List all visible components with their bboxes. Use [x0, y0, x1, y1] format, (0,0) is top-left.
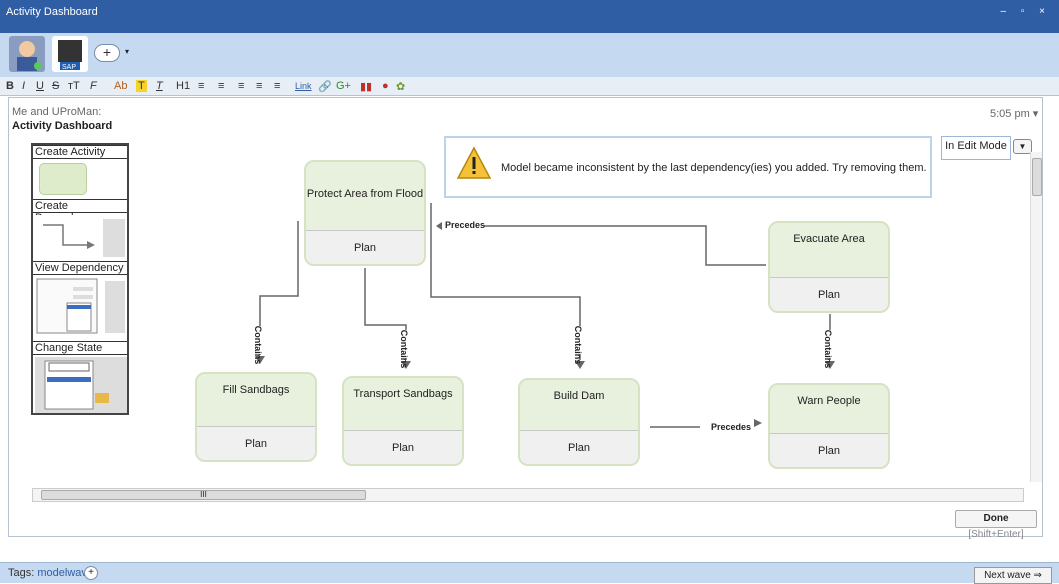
activity-title: Evacuate Area	[793, 233, 865, 245]
tags-area: Tags: modelwave	[8, 567, 93, 579]
activity-node[interactable]: Build Dam Plan	[518, 378, 640, 466]
activity-node[interactable]: Fill Sandbags Plan	[195, 372, 317, 462]
add-tag-button[interactable]: +	[84, 566, 98, 580]
precedes-label: Precedes	[711, 422, 752, 432]
precedes-label: Precedes	[445, 220, 486, 230]
contains-label: Contains	[399, 329, 409, 369]
tags-label: Tags:	[8, 567, 35, 579]
vertical-scrollbar[interactable]	[1030, 152, 1042, 482]
activity-title: Build Dam	[553, 390, 605, 402]
done-button[interactable]: Done [Shift+Enter]	[955, 510, 1037, 540]
activity-node[interactable]: Protect Area from Flood Plan	[304, 160, 426, 266]
activity-title: Protect Area from Flood	[306, 188, 424, 200]
activity-state[interactable]: Plan	[770, 277, 888, 311]
done-shortcut: [Shift+Enter]	[968, 529, 1024, 540]
activity-title: Transport Sandbags	[353, 388, 453, 400]
activity-state[interactable]: Plan	[197, 426, 315, 460]
contains-label: Contains	[823, 329, 833, 369]
activity-title: Warn People	[797, 395, 861, 407]
done-label: Done	[983, 513, 1009, 524]
activity-state[interactable]: Plan	[520, 430, 638, 464]
scroll-thumb[interactable]: III	[41, 490, 366, 500]
horizontal-scrollbar[interactable]: III	[32, 488, 1024, 502]
activity-state[interactable]: Plan	[344, 430, 462, 464]
activity-node[interactable]: Evacuate Area Plan	[768, 221, 890, 313]
next-wave-button[interactable]: Next wave ⇒	[974, 567, 1052, 584]
activity-state[interactable]: Plan	[770, 433, 888, 467]
activity-node[interactable]: Warn People Plan	[768, 383, 890, 469]
activity-title: Fill Sandbags	[222, 384, 290, 396]
footer-bar: Tags: modelwave + Next wave ⇒	[0, 562, 1059, 584]
activity-node[interactable]: Transport Sandbags Plan	[342, 376, 464, 466]
activity-state[interactable]: Plan	[306, 230, 424, 264]
contains-label: Contains	[253, 325, 263, 365]
scroll-thumb[interactable]	[1032, 158, 1042, 196]
contains-label: Contains	[573, 325, 583, 365]
